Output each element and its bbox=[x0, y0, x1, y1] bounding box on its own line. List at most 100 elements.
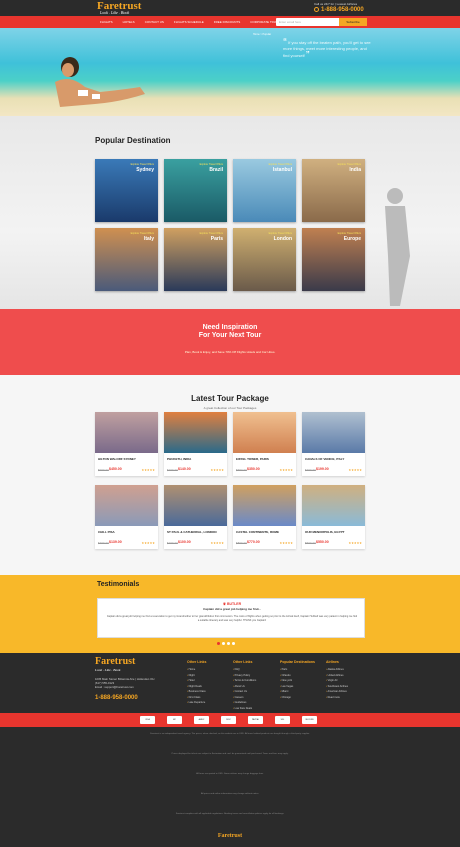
bottom-logo: Faretrust bbox=[217, 833, 243, 839]
footer-link[interactable]: Read more bbox=[326, 695, 366, 701]
tour-price: $139.00 bbox=[109, 540, 122, 544]
payment-logo: SECURE bbox=[302, 716, 317, 724]
phone-icon bbox=[314, 7, 319, 12]
tour-old-price: $399.00 bbox=[305, 468, 316, 472]
footer-column-title: Airlines bbox=[326, 660, 339, 664]
tour-price: $770.00 bbox=[247, 540, 260, 544]
tour-title: HILTON WALORF SYDNEY bbox=[98, 457, 136, 461]
footer-column-title: Other Links bbox=[233, 660, 253, 664]
carousel-dot[interactable] bbox=[222, 642, 225, 645]
destination-name: London bbox=[273, 236, 292, 242]
footer-column: Other LinksFAQPrivacy PolicyTerms & Cond… bbox=[233, 660, 273, 711]
destination-card[interactable]: Explore Travel Offers London bbox=[233, 228, 296, 291]
footer-link[interactable]: Late Departure bbox=[187, 700, 227, 706]
tour-image bbox=[302, 412, 365, 453]
popular-section bbox=[0, 116, 460, 309]
tour-price: $550.00 bbox=[316, 540, 329, 544]
nav-item-flights[interactable]: FLIGHTS bbox=[100, 20, 113, 24]
tour-package-card[interactable]: OUR MENORPOLIS, EGYPT $599.00 $550.00 ★★★★★ bbox=[302, 485, 365, 549]
footer bbox=[0, 653, 460, 847]
destination-tag: Explore Travel Offers bbox=[130, 232, 154, 235]
tour-price: $100.00 bbox=[178, 540, 191, 544]
nav-item-discounts[interactable]: FREE DISCOUNTS bbox=[214, 20, 241, 24]
legal-text: Faretrust complies with all applicable r… bbox=[175, 813, 285, 815]
tour-image bbox=[95, 412, 158, 453]
destination-tag: Explore Travel Offers bbox=[199, 163, 223, 166]
testimonial-card: ♛ BUTLER Captain did a great job helping… bbox=[97, 598, 365, 638]
legal-text: All fares are quoted in USD. Some airlin… bbox=[196, 773, 264, 775]
tour-image bbox=[164, 485, 227, 526]
tour-package-card[interactable]: CASTEL CONTINENTE, ROME $899.00 $770.00 ★★★… bbox=[233, 485, 296, 549]
payment-logo: MC bbox=[167, 716, 182, 724]
tour-title: ST PAUL & CATHEDRAL, LONDON bbox=[167, 530, 217, 534]
footer-column: Other LinksHomeFlightHotelFlight DealsBu… bbox=[187, 660, 227, 706]
carousel-dot[interactable] bbox=[227, 642, 230, 645]
footer-address: 1005 Main Stoner Britannia Aire | Hollen… bbox=[95, 677, 155, 689]
header-phone[interactable]: 1-888-958-0000 bbox=[314, 7, 364, 13]
tour-price: $350.00 bbox=[247, 467, 260, 471]
destination-card[interactable]: Explore Travel Offers Europe bbox=[302, 228, 365, 291]
breadcrumb: Home > Popular bbox=[253, 33, 272, 36]
tour-old-price: $299.00 bbox=[167, 541, 178, 545]
destination-name: Brazil bbox=[209, 167, 223, 173]
testimonial-subtitle: Captain did a great job helping me find.… bbox=[203, 607, 261, 611]
destination-name: Europe bbox=[343, 236, 361, 242]
subscribe-button[interactable]: Subscribe bbox=[339, 18, 367, 26]
footer-logo[interactable]: Faretrust Look . Like . Book bbox=[95, 657, 135, 675]
tour-old-price: $299.00 bbox=[167, 468, 178, 472]
destination-card[interactable]: Explore Travel Offers Brazil bbox=[164, 159, 227, 222]
tour-rating: ★★★★★ bbox=[210, 468, 224, 472]
tour-image bbox=[233, 412, 296, 453]
tour-old-price: $899.00 bbox=[236, 541, 247, 545]
footer-link[interactable]: Chicago bbox=[280, 695, 320, 701]
destination-tag: Explore Travel Offers bbox=[268, 232, 292, 235]
tour-rating: ★★★★★ bbox=[141, 541, 155, 545]
tour-package-card[interactable]: EIFFEL TOWER, PARIS $650.00 $350.00 ★★★★★ bbox=[233, 412, 296, 476]
tour-package-card[interactable]: CANALS OF VENICE, ITALY $399.00 $199.00 ★★★… bbox=[302, 412, 365, 476]
tour-rating: ★★★★★ bbox=[348, 468, 362, 472]
legal-text: Prices displayed for tickets are subject… bbox=[171, 753, 289, 755]
destination-card[interactable]: Explore Travel Offers Italy bbox=[95, 228, 158, 291]
footer-phone[interactable]: 1-888-958-0000 bbox=[95, 695, 138, 701]
destination-card[interactable]: Explore Travel Offers Sydney bbox=[95, 159, 158, 222]
nav-item-schedule[interactable]: FLIGHTS SCHEDULE bbox=[174, 20, 204, 24]
tour-package-card[interactable]: CHILL PISA $399.00 $139.00 ★★★★★ bbox=[95, 485, 158, 549]
inspiration-subtitle: Plan, Book & Enjoy, and Save 70% Off Fli… bbox=[184, 350, 276, 354]
top-header bbox=[0, 0, 460, 16]
tour-image bbox=[164, 412, 227, 453]
nav-item-hotels[interactable]: HOTELS bbox=[123, 20, 135, 24]
tour-package-card[interactable]: ST PAUL & CATHEDRAL, LONDON $299.00 $100.0… bbox=[164, 485, 227, 549]
footer-column-title: Other Links bbox=[187, 660, 207, 664]
carousel-dot[interactable] bbox=[217, 642, 220, 645]
destination-name: Istanbul bbox=[272, 167, 292, 173]
tour-old-price: $399.00 bbox=[98, 541, 109, 545]
hero-quote: “ If you stay off the beaten path, you'l… bbox=[283, 37, 371, 59]
destination-name: India bbox=[349, 167, 361, 173]
nav-item-contact[interactable]: CONTACT US bbox=[145, 20, 164, 24]
destination-card[interactable]: Explore Travel Offers Istanbul bbox=[233, 159, 296, 222]
tour-rating: ★★★★★ bbox=[279, 541, 293, 545]
tour-price: $140.00 bbox=[178, 467, 191, 471]
footer-column: Popular DestinationsParisOrlandoNew york… bbox=[280, 660, 320, 700]
tour-image bbox=[302, 485, 365, 526]
destination-tag: Explore Travel Offers bbox=[337, 163, 361, 166]
footer-column-title: Popular Destinations bbox=[280, 660, 316, 664]
beach-woman-image bbox=[55, 57, 145, 107]
tour-old-price: $999.00 bbox=[98, 468, 109, 472]
tour-package-card[interactable]: PHUKETH, INDIA $299.00 $140.00 ★★★★★ bbox=[164, 412, 227, 476]
footer-link[interactable]: Low Fare Deals bbox=[233, 706, 273, 712]
testimonial-name: ♛ BUTLER bbox=[222, 602, 242, 606]
tour-title: CASTEL CONTINENTE, ROME bbox=[236, 530, 279, 534]
carousel-dot[interactable] bbox=[232, 642, 235, 645]
site-logo[interactable]: Faretrust Look . Like . Book bbox=[97, 1, 141, 15]
tour-rating: ★★★★★ bbox=[348, 541, 362, 545]
destination-tag: Explore Travel Offers bbox=[199, 232, 223, 235]
destination-card[interactable]: Explore Travel Offers India bbox=[302, 159, 365, 222]
tour-old-price: $650.00 bbox=[236, 468, 247, 472]
destination-card[interactable]: Explore Travel Offers Paris bbox=[164, 228, 227, 291]
tour-rating: ★★★★★ bbox=[210, 541, 224, 545]
tour-package-card[interactable]: HILTON WALORF SYDNEY $999.00 $450.00 ★★★★★ bbox=[95, 412, 158, 476]
latest-section bbox=[0, 375, 460, 575]
carousel-dots bbox=[217, 642, 237, 645]
testimonial-text: Captain did a great job helping me find … bbox=[106, 615, 358, 622]
